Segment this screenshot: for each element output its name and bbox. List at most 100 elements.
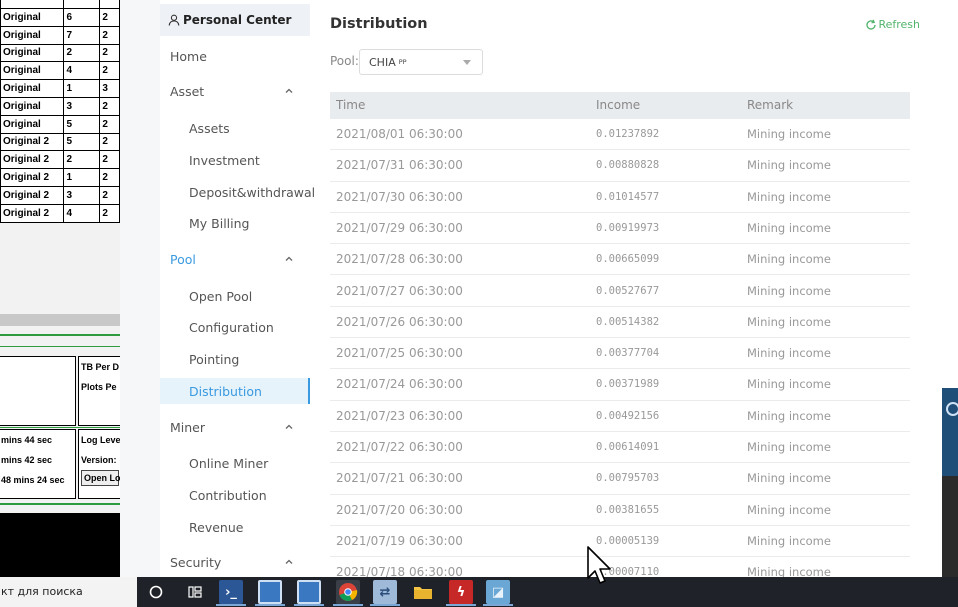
flash-icon[interactable]: ϟ (449, 580, 473, 604)
cell-time: 2021/08/01 06:30:00 (336, 127, 463, 141)
background-cell-count: 2 (99, 61, 120, 81)
sidebar-header[interactable]: Personal Center (160, 4, 310, 36)
sidebar-item-pointing[interactable]: Pointing (160, 346, 310, 372)
background-cell-name: Original (0, 25, 65, 45)
chevron-up-icon (285, 559, 293, 564)
task-view-icon[interactable] (144, 580, 168, 604)
background-cell-index: 2 (63, 43, 101, 63)
app-icon[interactable]: ◪ (486, 580, 510, 604)
background-cell-count: 2 (99, 114, 120, 134)
sidebar-group-security[interactable]: Security (160, 549, 310, 575)
cell-time: 2021/07/19 06:30:00 (336, 533, 463, 548)
pool-select[interactable]: CHIA PP (359, 49, 483, 75)
sidebar-item-label: Asset (170, 83, 205, 99)
pool-select-suffix: PP (398, 58, 407, 66)
sidebar-item-investment[interactable]: Investment (160, 147, 310, 173)
sidebar-item-open-pool[interactable]: Open Pool (160, 283, 310, 309)
chrome-icon[interactable] (336, 580, 360, 604)
sidebar-item-distribution[interactable]: Distribution (160, 378, 310, 404)
sidebar-item-contribution[interactable]: Contribution (160, 482, 310, 508)
sidebar-item-label: Online Miner (189, 455, 269, 471)
cell-time: 2021/07/31 06:30:00 (336, 158, 463, 173)
background-black-panel (0, 513, 120, 577)
background-cell-name: Original (0, 8, 65, 27)
background-cell-count: 2 (99, 203, 120, 223)
cell-remark: Mining income (747, 533, 831, 548)
background-cell-index: 5 (63, 132, 101, 152)
sidebar-item-revenue[interactable]: Revenue (160, 514, 310, 540)
background-cell-name: Original 2 (0, 185, 65, 205)
save-icon[interactable] (258, 580, 282, 604)
cell-time: 2021/07/20 06:30:00 (336, 502, 463, 517)
cell-income: 0.00377704 (596, 347, 660, 360)
sidebar-item-home[interactable]: Home (160, 43, 310, 69)
background-cell-count (99, 0, 120, 9)
cell-time: 2021/07/26 06:30:00 (336, 314, 463, 329)
taskbar-active-indicator (483, 604, 513, 606)
sidebar-item-assets[interactable]: Assets (160, 115, 310, 141)
refresh-icon (866, 19, 877, 30)
background-cell-name: Original (0, 43, 65, 63)
background-divider (0, 503, 120, 505)
background-cell-index: 2 (63, 150, 101, 170)
folder-icon[interactable] (411, 580, 435, 604)
sidebar-item-online-miner[interactable]: Online Miner (160, 450, 310, 476)
cell-remark: Mining income (747, 283, 831, 298)
pool-select-value: CHIA (369, 55, 396, 69)
cell-remark: Mining income (747, 346, 831, 361)
pool-label: Pool: (330, 54, 359, 68)
background-table-row: Original 222 (0, 150, 120, 170)
sidebar-item-deposit-withdrawal[interactable]: Deposit&withdrawal (160, 179, 315, 205)
background-table-row: Original 1 3 (0, 79, 120, 98)
refresh-button[interactable]: Refresh (865, 18, 920, 31)
sidebar-group-pool[interactable]: Pool (160, 246, 310, 272)
refresh-label: Refresh (878, 18, 920, 31)
page-title: Distribution (330, 16, 428, 32)
sidebar-item-label: Distribution (189, 383, 262, 399)
background-window: Original 6 2 Original 7 2 Original 2 2 Original 4 2… (0, 0, 120, 577)
cell-remark: Mining income (747, 252, 831, 267)
cell-remark: Mining income (747, 440, 831, 454)
background-cell-count: 2 (99, 96, 120, 116)
cell-income: 0.00381655 (596, 503, 660, 516)
cell-remark: Mining income (747, 220, 831, 235)
chevron-up-icon (285, 424, 293, 429)
background-cell-name (0, 0, 65, 9)
background-table-row: Original 252 (0, 132, 120, 152)
table-header: Time Income Remark (330, 92, 910, 119)
sidebar-item-configuration[interactable]: Configuration (160, 314, 310, 340)
cell-income: 0.00527677 (596, 284, 660, 297)
background-text: Plots Pe (81, 382, 117, 392)
taskbar-search-input[interactable]: кт для поиска (0, 577, 137, 607)
table-row: 2021/07/23 06:30:00 0.00492156 Mining inco… (330, 401, 910, 432)
save-icon-2[interactable] (297, 580, 321, 604)
sidebar-item-my-billing[interactable]: My Billing (160, 210, 310, 236)
background-right-area: › (922, 0, 958, 577)
sidebar-item-label: Deposit&withdrawal (189, 184, 316, 200)
table-row: 2021/08/01 06:30:00 0.01237892 Mining inco… (330, 119, 910, 151)
background-box: mins 44 sec mins 42 sec 48 mins 24 sec (0, 429, 76, 499)
background-cell-index: 7 (63, 25, 101, 45)
background-cell-index: 3 (63, 96, 101, 116)
background-divider (0, 427, 120, 428)
sidebar-group-asset[interactable]: Asset (160, 78, 310, 104)
background-box: TB Per D Plots Pe (78, 356, 120, 426)
background-cell-name: Original 2 (0, 168, 65, 187)
powershell-icon[interactable]: ›_ (219, 580, 243, 604)
background-cell-name: Original (0, 79, 65, 98)
background-cell-count: 2 (99, 8, 120, 27)
background-cell-name: Original 2 (0, 150, 65, 170)
sidebar-group-miner[interactable]: Miner (160, 414, 310, 440)
background-cell-index: 4 (63, 61, 101, 81)
background-divider (0, 334, 120, 336)
app-window: Personal Center Home Asset Assets Invest… (120, 0, 942, 577)
network-icon[interactable]: ⇄ (373, 580, 397, 604)
column-header-remark: Remark (747, 98, 794, 112)
background-text: mins 42 sec (1, 455, 53, 465)
table-row: 2021/07/22 06:30:00 0.00614091 Mining inco… (330, 432, 910, 464)
background-table-row: Original 212 (0, 168, 120, 187)
background-app-icon (946, 402, 958, 416)
background-button[interactable]: Open Lo (81, 470, 120, 486)
sidebar: Personal Center Home Asset Assets Invest… (120, 0, 315, 577)
cortana-icon[interactable] (183, 580, 207, 604)
